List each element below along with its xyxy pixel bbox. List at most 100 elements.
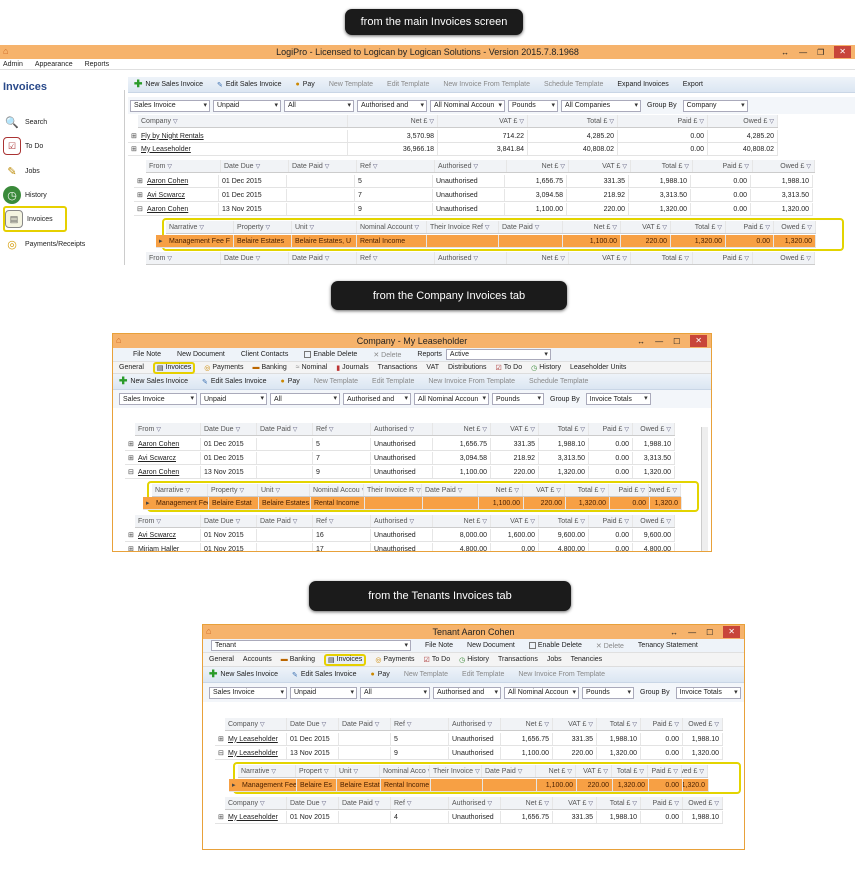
filter-icon[interactable]: ▽ <box>769 118 774 125</box>
filter-icon[interactable]: ▽ <box>567 768 572 775</box>
edit-template-button[interactable]: Edit Template <box>387 81 429 88</box>
column-header[interactable]: Date Paid ▽ <box>289 252 357 264</box>
column-header[interactable]: Narrative ▽ <box>152 484 208 496</box>
column-header[interactable]: Paid £ ▽ <box>641 797 683 809</box>
new-template-button[interactable]: New Template <box>329 81 373 88</box>
filter-icon[interactable]: ▽ <box>674 721 679 728</box>
tab-leaseholder-units[interactable]: Leaseholder Units <box>570 364 626 371</box>
column-header[interactable]: Owed £▽ <box>682 765 708 777</box>
column-header[interactable]: VAT £ ▽ <box>523 484 565 496</box>
column-header[interactable]: Their Invoice ▽ <box>430 765 482 777</box>
tab-todo[interactable]: ☑ To Do <box>496 364 523 372</box>
invoice-row[interactable]: ⊟ My Leaseholder 13 Nov 2015 9 Unauthorised 1… <box>215 747 723 760</box>
column-header[interactable]: Net £ ▽ <box>563 221 621 233</box>
filter-icon[interactable]: ▽ <box>632 721 637 728</box>
filter-icon[interactable]: ▽ <box>699 768 704 775</box>
filter-icon[interactable]: ▽ <box>744 163 749 170</box>
enable-delete-checkbox[interactable]: Enable Delete <box>528 642 582 649</box>
tab-payments[interactable]: ◎ Payments <box>375 656 414 664</box>
resize-icon[interactable]: ↔ <box>781 48 789 57</box>
filter-icon[interactable]: ▽ <box>475 768 480 775</box>
period-select[interactable]: All <box>360 686 430 699</box>
invoice-row[interactable]: ⊞ Aaron Cohen 01 Dec 2015 5 Unauthorised 1,65… <box>134 175 813 188</box>
tab-general[interactable]: General <box>119 364 144 371</box>
filter-icon[interactable]: ▽ <box>673 768 678 775</box>
authorised-select[interactable]: Authorised and <box>357 99 427 112</box>
filter-icon[interactable]: ▽ <box>375 721 380 728</box>
tab-todo[interactable]: ☑ To Do <box>424 656 451 664</box>
row-link[interactable]: Miriam Haller <box>138 546 179 552</box>
column-header[interactable]: Net £ ▽ <box>536 765 576 777</box>
company-row[interactable]: ⊞ My Leaseholder 36,966.18 3,841.84 40,808.0… <box>128 143 778 156</box>
expand-icon[interactable]: ⊞ <box>125 438 135 450</box>
filter-icon[interactable]: ▽ <box>271 768 276 775</box>
pay-button[interactable]: ● Pay <box>281 378 300 385</box>
company-row[interactable]: ⊞ Fly by Night Rentals 3,570.98 714.22 4,285… <box>128 130 778 143</box>
column-header[interactable]: VAT £ ▽ <box>491 423 539 435</box>
column-header[interactable]: Owed £▽ <box>649 484 681 496</box>
new-sales-invoice-button[interactable]: ✚ New Sales Invoice <box>119 376 188 387</box>
column-header[interactable]: Total £ ▽ <box>597 797 641 809</box>
column-header[interactable]: Paid £ ▽ <box>693 252 753 264</box>
new-sales-invoice-button[interactable]: ✚ New Sales Invoice <box>209 669 278 680</box>
tab-accounts[interactable]: Accounts <box>243 656 272 663</box>
filter-icon[interactable]: ▽ <box>807 224 812 231</box>
edit-sales-invoice-button[interactable]: ✎ Edit Sales Invoice <box>217 81 282 89</box>
column-header[interactable]: Date Paid ▽ <box>257 515 313 527</box>
filter-icon[interactable]: ▽ <box>714 800 719 807</box>
column-header[interactable]: Paid £ ▽ <box>589 423 633 435</box>
export-button[interactable]: Export <box>683 81 703 88</box>
filter-icon[interactable]: ▽ <box>409 426 414 433</box>
column-header[interactable]: Owed £▽ <box>753 160 815 172</box>
row-pointer-icon[interactable]: ▸ <box>156 235 166 247</box>
sidebar-item-jobs[interactable]: ✎ Jobs <box>3 161 39 181</box>
currency-select[interactable]: Pounds <box>492 393 544 405</box>
column-header[interactable]: Unit ▽ <box>292 221 357 233</box>
tab-banking[interactable]: ▬ Banking <box>281 656 315 663</box>
filter-icon[interactable]: ▽ <box>632 800 637 807</box>
tab-jobs[interactable]: Jobs <box>547 656 562 663</box>
enable-delete-checkbox[interactable]: Enable Delete <box>304 351 357 358</box>
expand-icon[interactable]: ⊞ <box>215 733 225 745</box>
expand-icon[interactable]: ⊞ <box>128 143 138 155</box>
group-by-select[interactable]: Invoice Totals <box>585 393 651 405</box>
column-header[interactable]: From ▽ <box>146 252 221 264</box>
column-header[interactable]: Unit ▽ <box>258 484 310 496</box>
column-header[interactable]: Authorised ▽ <box>449 718 501 730</box>
filter-icon[interactable]: ▽ <box>482 426 487 433</box>
tenancy-statement-button[interactable]: Tenancy Statement <box>638 642 698 649</box>
file-note-button[interactable]: File Note <box>425 642 453 649</box>
tab-nominal[interactable]: ≈ Nominal <box>296 364 328 371</box>
column-header[interactable]: Ref ▽ <box>391 718 449 730</box>
column-header[interactable]: Total £ ▽ <box>631 252 693 264</box>
filter-icon[interactable]: ▽ <box>482 518 487 525</box>
column-header[interactable]: Paid £ ▽ <box>693 160 753 172</box>
column-header[interactable]: Their Invoice Ref ▽ <box>427 221 499 233</box>
row-link[interactable]: Avi Scwarcz <box>138 532 176 539</box>
row-link[interactable]: My Leaseholder <box>228 750 278 757</box>
tab-vat[interactable]: VAT <box>426 364 439 371</box>
currency-select[interactable]: Pounds <box>508 99 558 112</box>
filter-icon[interactable]: ▽ <box>325 255 330 262</box>
filter-icon[interactable]: ▽ <box>588 721 593 728</box>
filter-icon[interactable]: ▽ <box>487 800 492 807</box>
filter-icon[interactable]: ▽ <box>639 768 644 775</box>
column-header[interactable]: Authorised ▽ <box>371 423 433 435</box>
column-header[interactable]: Paid £ ▽ <box>648 765 682 777</box>
column-header[interactable]: Ref ▽ <box>391 797 449 809</box>
column-header[interactable]: VAT £ ▽ <box>569 252 631 264</box>
column-header[interactable]: Net £ ▽ <box>348 115 438 127</box>
new-document-button[interactable]: New Document <box>177 351 225 358</box>
filter-icon[interactable]: ▽ <box>560 255 565 262</box>
tab-tenancies[interactable]: Tenancies <box>571 656 603 663</box>
filter-icon[interactable]: ▽ <box>600 487 605 494</box>
minimize-icon[interactable]: — <box>688 628 696 637</box>
edit-sales-invoice-button[interactable]: ✎ Edit Sales Invoice <box>202 378 267 386</box>
column-header[interactable]: Owed £▽ <box>683 797 723 809</box>
column-header[interactable]: VAT £ ▽ <box>576 765 612 777</box>
new-template-button[interactable]: New Template <box>404 671 448 678</box>
row-link[interactable]: Aaron Cohen <box>138 469 179 476</box>
filter-icon[interactable]: ▽ <box>556 487 561 494</box>
column-header[interactable]: Paid £ ▽ <box>609 484 649 496</box>
column-header[interactable]: Total £ ▽ <box>612 765 648 777</box>
